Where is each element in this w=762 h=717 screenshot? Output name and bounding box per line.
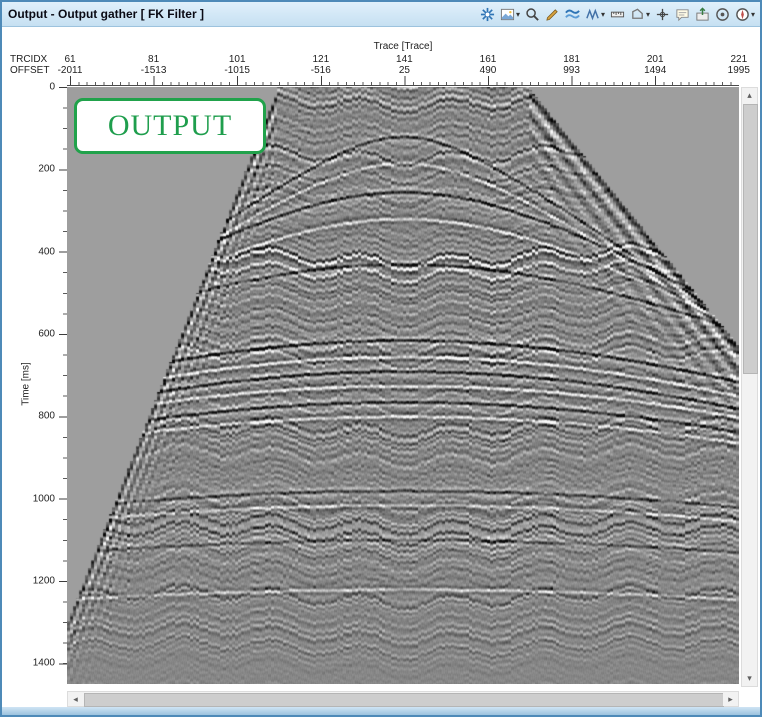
axis-tick-label: -1015	[224, 65, 250, 76]
axis-tick-label: 61	[64, 54, 75, 65]
axis-tick-label: 993	[563, 65, 580, 76]
wiggle-display-icon[interactable]: ▾	[584, 4, 606, 24]
axis-tick-label: 141	[396, 54, 413, 65]
crosshair-icon[interactable]	[654, 4, 671, 24]
window-bottom-frame	[2, 707, 760, 715]
pick-icon[interactable]	[544, 4, 561, 24]
time-tick-label: 1000	[33, 493, 55, 504]
snapshot-icon[interactable]: ▾	[499, 4, 521, 24]
zoom-icon[interactable]	[524, 4, 541, 24]
axis-tick-label: 201	[647, 54, 664, 65]
seismic-plot[interactable]	[67, 87, 739, 684]
time-tick-label: 1200	[33, 576, 55, 587]
axis-tick-label: 1995	[728, 65, 750, 76]
scroll-down-icon[interactable]: ▾	[742, 671, 757, 686]
axis-tick-label: -516	[311, 65, 331, 76]
dropdown-caret-icon[interactable]: ▾	[646, 10, 650, 19]
axis-tick-label: 101	[229, 54, 246, 65]
orientation-icon[interactable]: ▾	[734, 4, 756, 24]
axis-tick-label: 1494	[644, 65, 666, 76]
output-badge: OUTPUT	[74, 98, 266, 154]
time-tick-label: 1400	[33, 658, 55, 669]
settings-icon[interactable]	[479, 4, 496, 24]
time-tick-label: 600	[38, 329, 55, 340]
axis-tick-label: -1513	[141, 65, 167, 76]
window-title: Output - Output gather [ FK Filter ]	[8, 7, 204, 21]
axis-tick-label: 490	[480, 65, 497, 76]
comment-icon[interactable]	[674, 4, 691, 24]
axis-tick-label: 121	[312, 54, 329, 65]
axis-tick-label: 221	[730, 54, 747, 65]
zoom-region-icon[interactable]	[714, 4, 731, 24]
horizontal-scroll-thumb[interactable]	[84, 693, 724, 707]
polygon-icon[interactable]: ▾	[629, 4, 651, 24]
measure-icon[interactable]	[609, 4, 626, 24]
axis-tick-label: -2011	[58, 65, 83, 76]
left-ruler	[59, 87, 67, 684]
scroll-up-icon[interactable]: ▴	[742, 88, 757, 103]
export-image-icon[interactable]	[694, 4, 711, 24]
offset-axis-label: OFFSET	[10, 65, 49, 76]
trace-axis-title: Trace [Trace]	[67, 41, 739, 52]
scroll-left-icon[interactable]: ◂	[68, 692, 83, 706]
dropdown-caret-icon[interactable]: ▾	[601, 10, 605, 19]
titlebar: Output - Output gather [ FK Filter ] ▾▾▾…	[2, 2, 760, 27]
axis-tick-label: 161	[480, 54, 497, 65]
trcidx-axis-label: TRCIDX	[10, 54, 47, 65]
time-tick-label: 200	[38, 164, 55, 175]
time-tick-label: 800	[38, 411, 55, 422]
time-tick-label: 400	[38, 246, 55, 257]
vertical-scrollbar[interactable]: ▴ ▾	[741, 87, 758, 687]
compare-curves-icon[interactable]	[564, 4, 581, 24]
axis-tick-label: 81	[148, 54, 159, 65]
app-window: Output - Output gather [ FK Filter ] ▾▾▾…	[0, 0, 762, 717]
scroll-right-icon[interactable]: ▸	[723, 692, 738, 706]
dropdown-caret-icon[interactable]: ▾	[516, 10, 520, 19]
vertical-scroll-thumb[interactable]	[743, 104, 758, 374]
toolbar: ▾ ▾ ▾ ▾	[479, 4, 756, 24]
horizontal-scrollbar[interactable]: ◂ ▸	[67, 691, 739, 707]
top-ruler	[67, 76, 739, 86]
axis-tick-label: 25	[399, 65, 410, 76]
time-tick-labels: 0200400600800100012001400	[22, 87, 57, 684]
axis-tick-label: 181	[563, 54, 580, 65]
dropdown-caret-icon[interactable]: ▾	[751, 10, 755, 19]
time-tick-label: 0	[49, 82, 55, 93]
